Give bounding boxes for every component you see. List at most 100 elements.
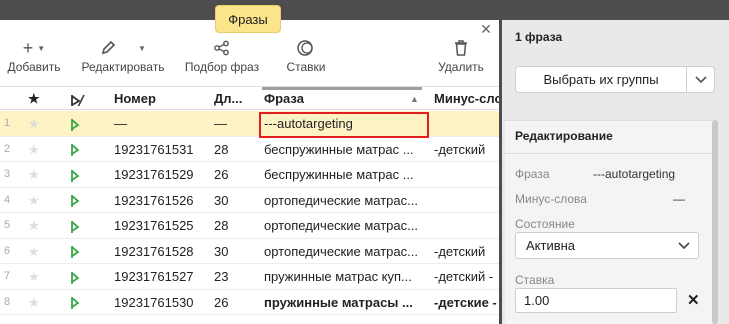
- bids-button-label: Ставки: [286, 60, 326, 74]
- flag-icon: [70, 188, 80, 213]
- caret-down-icon: ▼: [37, 43, 46, 53]
- row-phrase[interactable]: ортопедические матрас...: [264, 188, 424, 213]
- row-number: 19231761528: [114, 243, 194, 259]
- plus-icon: +: [22, 37, 34, 58]
- row-minus-words: -детский -: [434, 269, 494, 284]
- number-column-header[interactable]: Номер: [114, 87, 204, 111]
- row-length: 26: [214, 294, 229, 310]
- phrase-label: Фраза: [515, 167, 550, 181]
- flag-icon: [70, 111, 80, 136]
- star-icon[interactable]: ★: [28, 162, 42, 187]
- edit-button-label: Редактировать: [81, 60, 165, 74]
- sort-asc-icon: ▲: [410, 94, 419, 104]
- row-index: 7: [4, 270, 11, 282]
- table-header: ★ Номер Дл... Фраза ▲ Минус-сло: [0, 86, 499, 110]
- flag-icon: [70, 264, 80, 289]
- select-groups-dropdown[interactable]: [686, 66, 715, 93]
- row-index: 5: [4, 219, 11, 231]
- coins-icon: [297, 40, 313, 56]
- table-row[interactable]: 3 ★ 19231761529 26 беспружинные матрас ...: [0, 162, 499, 188]
- edit-button[interactable]: ▼ Редактировать: [80, 38, 166, 74]
- row-length: 23: [214, 269, 229, 284]
- flag-column-header[interactable]: [70, 92, 86, 106]
- caret-down-icon: ▼: [138, 43, 146, 53]
- row-minus-words: -детские -: [434, 294, 497, 310]
- row-number: 19231761531: [114, 141, 194, 157]
- table-row[interactable]: 8 ★ 19231761530 26 пружинные матрасы ... -дет…: [0, 290, 499, 315]
- star-icon[interactable]: ★: [28, 137, 42, 162]
- row-phrase[interactable]: пружинные матрас куп...: [264, 264, 424, 289]
- edit-card: Редактирование Фраза ---autotargeting Ми…: [505, 120, 712, 324]
- row-phrase[interactable]: беспружинные матрас ...: [264, 162, 424, 187]
- star-icon[interactable]: ★: [28, 264, 42, 289]
- chevron-down-icon: [694, 75, 707, 83]
- top-bar: [0, 0, 729, 20]
- row-length: —: [214, 116, 227, 131]
- star-icon[interactable]: ★: [28, 213, 42, 238]
- row-number: 19231761525: [114, 218, 194, 233]
- row-minus-words: [434, 213, 499, 238]
- row-phrase[interactable]: беспружинные матрас ...: [264, 137, 424, 162]
- flag-icon: [70, 213, 80, 238]
- star-icon[interactable]: ★: [28, 239, 42, 264]
- row-minus-words: -детский: [434, 243, 486, 259]
- flag-icon: [70, 162, 80, 187]
- clear-x-icon[interactable]: ✕: [687, 291, 700, 309]
- row-index: 1: [4, 117, 11, 129]
- trash-icon: [455, 40, 467, 56]
- row-number: 19231761527: [114, 269, 194, 284]
- row-length: 30: [214, 243, 229, 259]
- row-index: 2: [4, 142, 11, 155]
- row-length: 30: [214, 192, 229, 208]
- flag-icon: [70, 137, 80, 162]
- row-phrase[interactable]: ортопедические матрас...: [264, 239, 424, 264]
- tab-phrases[interactable]: Фразы: [215, 5, 281, 33]
- row-minus-words: [434, 188, 499, 213]
- phrase-selection-label: Подбор фраз: [184, 60, 260, 74]
- state-select[interactable]: Активна: [515, 232, 699, 259]
- scrollbar[interactable]: [712, 120, 718, 324]
- table-row[interactable]: 1 ★ — — ---autotargeting: [0, 111, 499, 137]
- row-number: 19231761526: [114, 192, 194, 208]
- length-column-header[interactable]: Дл...: [214, 87, 254, 111]
- bid-input[interactable]: 1.00: [515, 288, 677, 313]
- row-number: 19231761529: [114, 167, 194, 182]
- row-phrase[interactable]: пружинные матрасы ...: [264, 290, 424, 315]
- flag-icon: [70, 290, 80, 315]
- delete-button[interactable]: Удалить: [436, 38, 486, 74]
- row-phrase[interactable]: ортопедические матрас...: [264, 213, 424, 238]
- select-groups-button[interactable]: Выбрать их группы: [515, 66, 687, 93]
- row-phrase[interactable]: ---autotargeting: [264, 111, 424, 136]
- minus-words-value: —: [673, 192, 685, 206]
- share-nodes-icon: [214, 40, 229, 56]
- table-row[interactable]: 7 ★ 19231761527 23 пружинные матрас куп... -д…: [0, 264, 499, 290]
- star-icon[interactable]: ★: [28, 111, 42, 136]
- row-minus-words: [434, 162, 499, 187]
- bids-button[interactable]: Ставки: [284, 38, 328, 74]
- add-button[interactable]: + ▼ Добавить: [6, 37, 62, 75]
- table-row[interactable]: 6 ★ 19231761528 30 ортопедические матрас... -…: [0, 239, 499, 264]
- selection-count: 1 фраза: [515, 30, 563, 44]
- minus-words-label: Минус-слова: [515, 192, 587, 206]
- minus-column-header[interactable]: Минус-сло: [434, 87, 499, 111]
- add-button-label: Добавить: [7, 60, 61, 74]
- star-icon[interactable]: ★: [28, 290, 42, 315]
- pencil-icon: [101, 40, 116, 55]
- row-minus-words: [434, 111, 499, 136]
- table-row[interactable]: 4 ★ 19231761526 30 ортопедические матрас...: [0, 188, 499, 213]
- flag-icon: [70, 239, 80, 264]
- edit-title: Редактирование: [515, 129, 613, 143]
- bid-label: Ставка: [515, 273, 555, 287]
- table-row[interactable]: 2 ★ 19231761531 28 беспружинные матрас ... -д…: [0, 137, 499, 162]
- table-row[interactable]: 5 ★ 19231761525 28 ортопедические матрас...: [0, 213, 499, 239]
- details-panel: 1 фраза Выбрать их группы Редактирование…: [502, 20, 729, 324]
- chevron-down-icon: [678, 233, 690, 258]
- phrases-panel: ✕ + ▼ Добавить ▼ Редактировать Подбор фра…: [0, 20, 499, 324]
- phrase-column-header[interactable]: Фраза: [264, 87, 414, 111]
- star-icon[interactable]: ★: [28, 188, 42, 213]
- star-column-header[interactable]: ★: [28, 87, 40, 111]
- phrase-selection-button[interactable]: Подбор фраз: [184, 38, 260, 74]
- row-index: 3: [4, 168, 11, 180]
- phrase-value: ---autotargeting: [593, 167, 676, 181]
- delete-button-label: Удалить: [438, 60, 484, 74]
